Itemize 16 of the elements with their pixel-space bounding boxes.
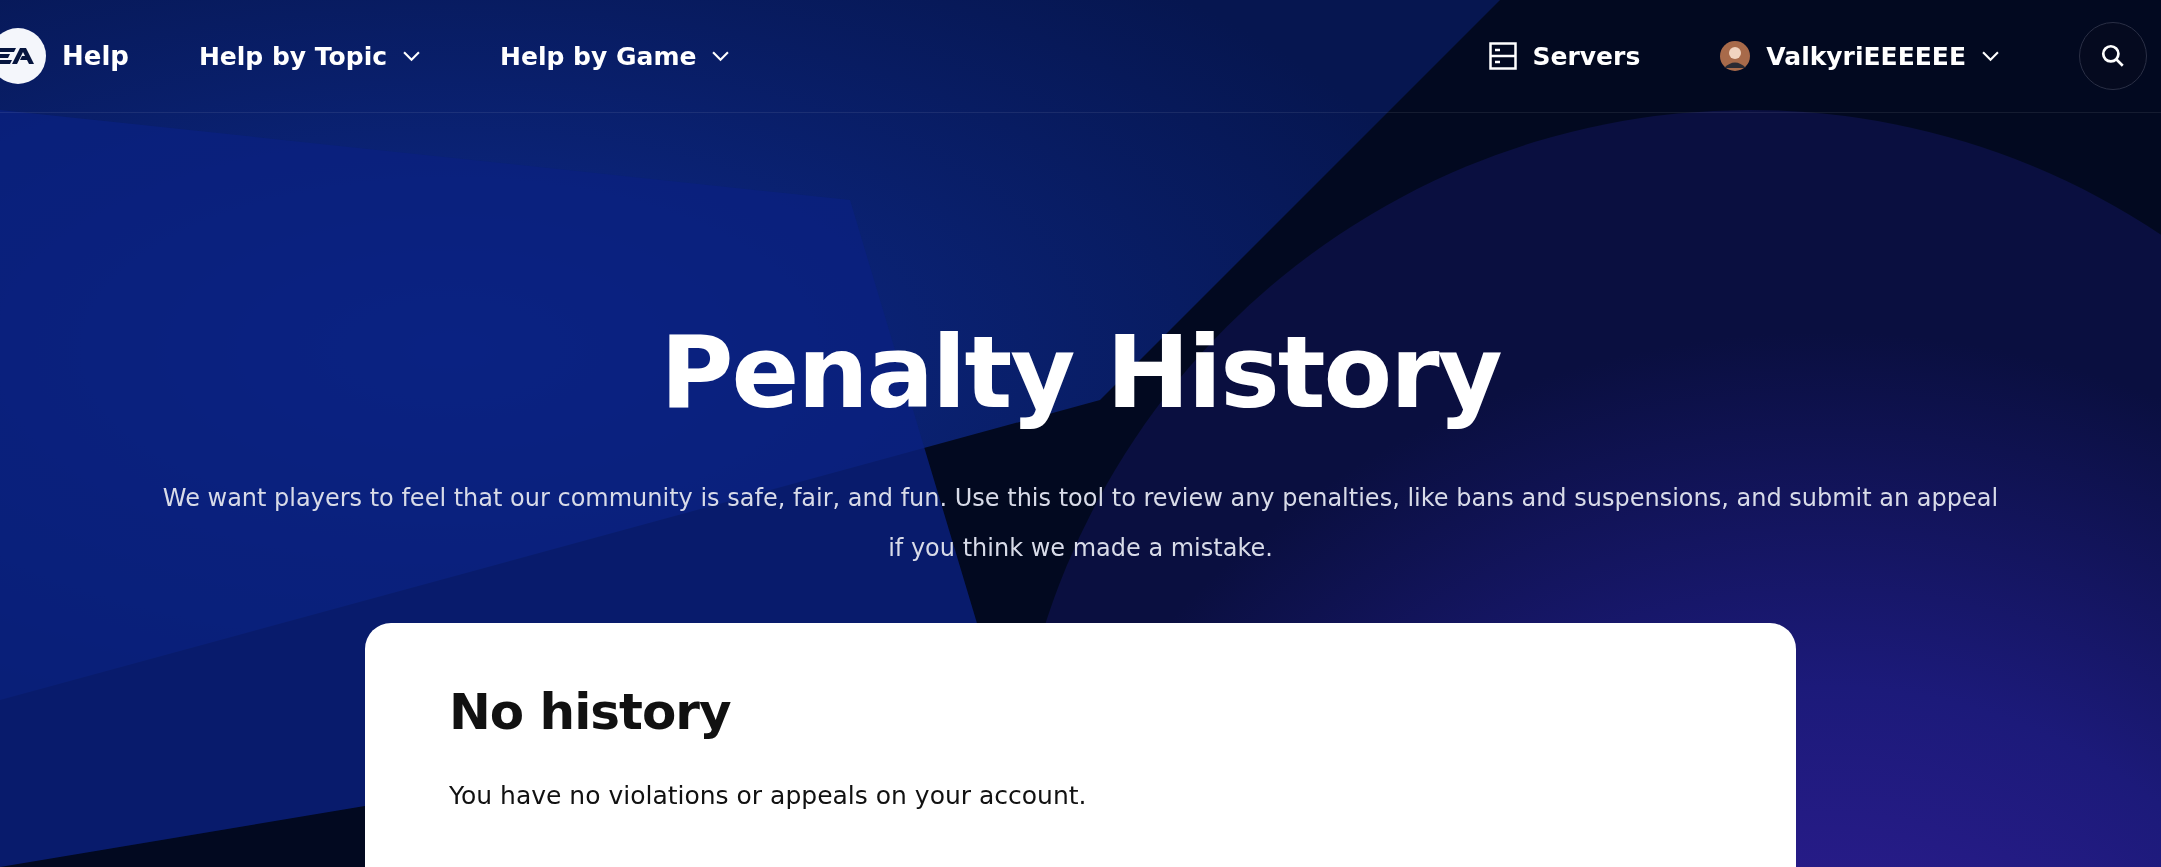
page-description: We want players to feel that our community is safe, fair, and fun. Use this tool to review any penalties, like bans and suspensions, and submit an appeal if you think we made a mistake. <box>161 483 2000 564</box>
page-title: Penalty History <box>660 313 1501 433</box>
nav-menu-button[interactable]: Help by Topic <box>198 35 421 77</box>
card-message: You have no violations or appeals on your account. <box>449 781 1088 810</box>
chevron-down-icon <box>712 50 730 62</box>
server-icon <box>1488 42 1517 70</box>
servers-link[interactable]: Servers <box>1488 35 1641 77</box>
logo-icon[interactable] <box>0 28 46 84</box>
search-icon <box>2100 43 2126 69</box>
avatar-icon <box>1720 41 1751 71</box>
user-menu-button[interactable]: ValkyriEEEEEE <box>1720 35 1999 77</box>
nav-menu-button[interactable]: Help by Game <box>500 35 730 77</box>
help-home-link[interactable]: Help <box>62 41 129 71</box>
card-heading: No history <box>449 683 732 741</box>
chevron-down-icon <box>403 50 421 62</box>
chevron-down-icon <box>1982 50 1999 62</box>
